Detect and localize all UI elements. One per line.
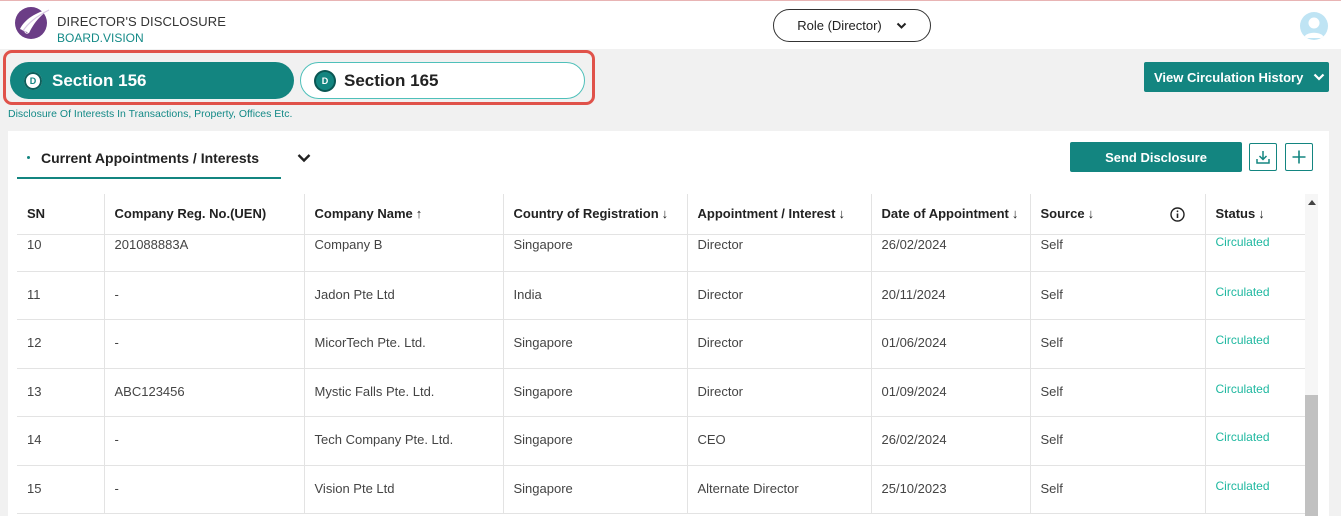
- sort-down-icon[interactable]: ↓: [662, 206, 669, 221]
- cell-company: Tech Company Pte. Ltd.: [304, 416, 504, 466]
- table-row[interactable]: 10 201088883A Company B Singapore Direct…: [17, 234, 1305, 272]
- column-header-country[interactable]: Country of Registration ↓: [503, 194, 688, 235]
- cell-status: Circulated: [1205, 271, 1305, 320]
- sort-down-icon[interactable]: ↓: [1258, 206, 1265, 221]
- table-row[interactable]: 11 - Jadon Pte Ltd India Director 20/11/…: [17, 271, 1305, 320]
- cell-status: Circulated: [1205, 465, 1305, 514]
- cell-source: Self: [1030, 368, 1206, 417]
- cell-sn: 12: [17, 319, 105, 369]
- cell-date: 20/11/2024: [871, 271, 1031, 320]
- user-icon: [1304, 17, 1324, 38]
- cell-status: Circulated: [1205, 319, 1305, 369]
- cell-status: Circulated: [1205, 416, 1305, 466]
- cell-date: 25/10/2023: [871, 465, 1031, 514]
- add-button[interactable]: [1285, 143, 1313, 171]
- sort-down-icon[interactable]: ↓: [838, 206, 845, 221]
- scrollbar-thumb[interactable]: [1305, 395, 1318, 516]
- cell-uen: -: [104, 271, 305, 320]
- cell-sn: 13: [17, 368, 105, 417]
- cell-appointment: Director: [687, 319, 872, 369]
- cell-uen: -: [104, 465, 305, 514]
- cell-company: Mystic Falls Pte. Ltd.: [304, 368, 504, 417]
- cell-appointment: Director: [687, 271, 872, 320]
- column-header-date[interactable]: Date of Appointment ↓: [871, 194, 1031, 235]
- cell-status: Circulated: [1205, 368, 1305, 417]
- plus-icon: [1292, 150, 1306, 164]
- cell-uen: 201088883A: [104, 234, 305, 272]
- cell-company: Vision Pte Ltd: [304, 465, 504, 514]
- column-header-uen[interactable]: Company Reg. No.(UEN): [104, 194, 305, 235]
- appointments-table: SN Company Reg. No.(UEN) Company Name ↑ C…: [17, 194, 1305, 516]
- cell-date: 01/09/2024: [871, 368, 1031, 417]
- cell-sn: 10: [17, 234, 105, 272]
- chevron-down-icon[interactable]: [296, 150, 312, 166]
- app-header: DIRECTOR'S DISCLOSURE BOARD.VISION Role …: [0, 1, 1341, 49]
- cell-sn: 11: [17, 271, 105, 320]
- cell-sn: 14: [17, 416, 105, 466]
- cell-source: Self: [1030, 416, 1206, 466]
- cell-appointment: CEO: [687, 416, 872, 466]
- cell-appointment: Director: [687, 368, 872, 417]
- cell-uen: -: [104, 416, 305, 466]
- cell-country: Singapore: [503, 416, 688, 466]
- cell-date: 26/02/2024: [871, 234, 1031, 272]
- tab-current-appointments[interactable]: Current Appointments / Interests: [17, 143, 281, 179]
- view-circulation-history-button[interactable]: View Circulation History: [1144, 62, 1329, 92]
- role-dropdown[interactable]: Role (Director): [773, 9, 931, 42]
- highlight-frame: [3, 50, 595, 105]
- chevron-down-icon: [1314, 73, 1325, 81]
- column-header-source[interactable]: Source ↓: [1030, 194, 1206, 235]
- column-header-company-name[interactable]: Company Name ↑: [304, 194, 504, 235]
- sort-down-icon[interactable]: ↓: [1012, 206, 1019, 221]
- sort-down-icon[interactable]: ↓: [1088, 206, 1095, 221]
- cell-company: MicorTech Pte. Ltd.: [304, 319, 504, 369]
- table-row[interactable]: 12 - MicorTech Pte. Ltd. Singapore Direc…: [17, 319, 1305, 369]
- column-header-sn[interactable]: SN: [17, 194, 105, 235]
- cell-uen: ABC123456: [104, 368, 305, 417]
- avatar[interactable]: [1300, 12, 1328, 40]
- cell-status: Circulated: [1205, 234, 1305, 272]
- tab-label: Current Appointments / Interests: [41, 150, 260, 166]
- download-icon: [1256, 151, 1270, 164]
- table-row[interactable]: 13 ABC123456 Mystic Falls Pte. Ltd. Sing…: [17, 368, 1305, 417]
- cell-date: 26/02/2024: [871, 416, 1031, 466]
- cell-appointment: Alternate Director: [687, 465, 872, 514]
- chevron-down-icon: [896, 22, 906, 29]
- send-disclosure-button[interactable]: Send Disclosure: [1070, 142, 1242, 172]
- logo-icon: [15, 7, 51, 39]
- cell-source: Self: [1030, 271, 1206, 320]
- bullet-icon: [27, 156, 30, 159]
- download-button[interactable]: [1249, 143, 1277, 171]
- cell-source: Self: [1030, 465, 1206, 514]
- button-label: View Circulation History: [1154, 69, 1304, 85]
- app-subtitle: BOARD.VISION: [57, 31, 144, 45]
- cell-country: Singapore: [503, 234, 688, 272]
- cell-company: Company B: [304, 234, 504, 272]
- column-header-appointment[interactable]: Appointment / Interest ↓: [687, 194, 872, 235]
- cell-uen: -: [104, 319, 305, 369]
- cell-country: Singapore: [503, 368, 688, 417]
- cell-source: Self: [1030, 234, 1206, 272]
- table-row[interactable]: 14 - Tech Company Pte. Ltd. Singapore CE…: [17, 416, 1305, 466]
- table-row[interactable]: 15 - Vision Pte Ltd Singapore Alternate …: [17, 465, 1305, 514]
- cell-source: Self: [1030, 319, 1206, 369]
- cell-date: 01/06/2024: [871, 319, 1031, 369]
- cell-country: Singapore: [503, 319, 688, 369]
- cell-country: Singapore: [503, 465, 688, 514]
- column-header-status[interactable]: Status ↓: [1205, 194, 1305, 235]
- cell-sn: 15: [17, 465, 105, 514]
- table-header-row: SN Company Reg. No.(UEN) Company Name ↑ C…: [17, 194, 1305, 235]
- cell-appointment: Director: [687, 234, 872, 272]
- cell-company: Jadon Pte Ltd: [304, 271, 504, 320]
- role-label: Role (Director): [797, 18, 882, 33]
- scroll-up-arrow-icon[interactable]: [1308, 200, 1316, 205]
- cell-country: India: [503, 271, 688, 320]
- info-icon[interactable]: [1169, 207, 1185, 222]
- section-description: Disclosure Of Interests In Transactions,…: [8, 108, 293, 120]
- app-title: DIRECTOR'S DISCLOSURE: [57, 14, 227, 29]
- sort-up-icon[interactable]: ↑: [416, 206, 423, 221]
